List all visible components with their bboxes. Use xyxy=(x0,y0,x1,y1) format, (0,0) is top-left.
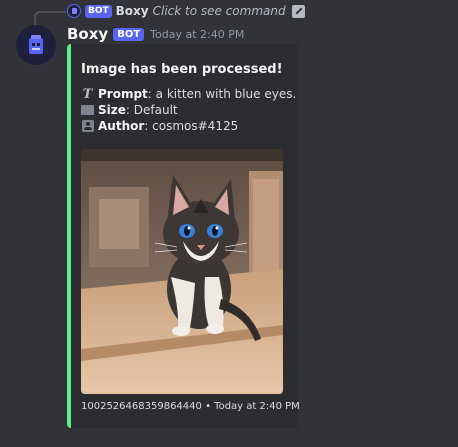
reply-bot-tag: BOT xyxy=(85,4,112,18)
kitten-image[interactable] xyxy=(81,149,283,394)
robot-box-icon xyxy=(29,35,43,54)
reply-avatar-icon[interactable] xyxy=(67,4,81,18)
field-author-value: cosmos#4125 xyxy=(152,119,239,133)
field-size-value: Default xyxy=(133,103,178,117)
bot-avatar[interactable] xyxy=(16,25,56,65)
field-size-label: Size xyxy=(98,103,126,117)
field-size: Size: Default xyxy=(81,103,178,117)
kitten-illustration xyxy=(81,149,283,394)
embed-card: Image has been processed! T Prompt: a ki… xyxy=(67,44,300,428)
reply-command-link[interactable]: Click to see command xyxy=(153,4,286,18)
reply-reference[interactable]: BOT Boxy Click to see command xyxy=(67,3,305,19)
field-author: Author: cosmos#4125 xyxy=(81,119,238,133)
field-prompt-label: Prompt xyxy=(98,87,148,101)
footer-id: 1002526468359864440 xyxy=(81,401,202,412)
field-author-label: Author xyxy=(98,119,145,133)
slash-command-icon[interactable] xyxy=(291,4,305,18)
reply-author-name[interactable]: Boxy xyxy=(116,4,149,18)
footer-timestamp: Today at 2:40 PM xyxy=(214,401,300,412)
message-bot-tag: BOT xyxy=(113,27,145,41)
field-prompt: T Prompt: a kitten with blue eyes. xyxy=(81,86,297,102)
field-prompt-separator: : xyxy=(147,87,152,101)
author-card-icon xyxy=(81,120,94,133)
field-size-separator: : xyxy=(125,103,130,117)
image-size-icon xyxy=(81,104,94,117)
field-author-separator: : xyxy=(144,119,149,133)
message-author-name[interactable]: Boxy xyxy=(67,25,108,43)
message-timestamp[interactable]: Today at 2:40 PM xyxy=(150,28,244,41)
discord-message-view: BOT Boxy Click to see command Boxy BOT T… xyxy=(0,0,458,447)
message-header: Boxy BOT Today at 2:40 PM xyxy=(67,24,244,44)
text-prompt-icon: T xyxy=(82,86,93,102)
embed-footer: 1002526468359864440 • Today at 2:40 PM xyxy=(81,401,300,412)
footer-separator: • xyxy=(205,401,211,412)
reply-connector-line xyxy=(34,11,66,25)
field-prompt-value: a kitten with blue eyes. xyxy=(155,87,297,101)
embed-title: Image has been processed! xyxy=(81,62,283,77)
